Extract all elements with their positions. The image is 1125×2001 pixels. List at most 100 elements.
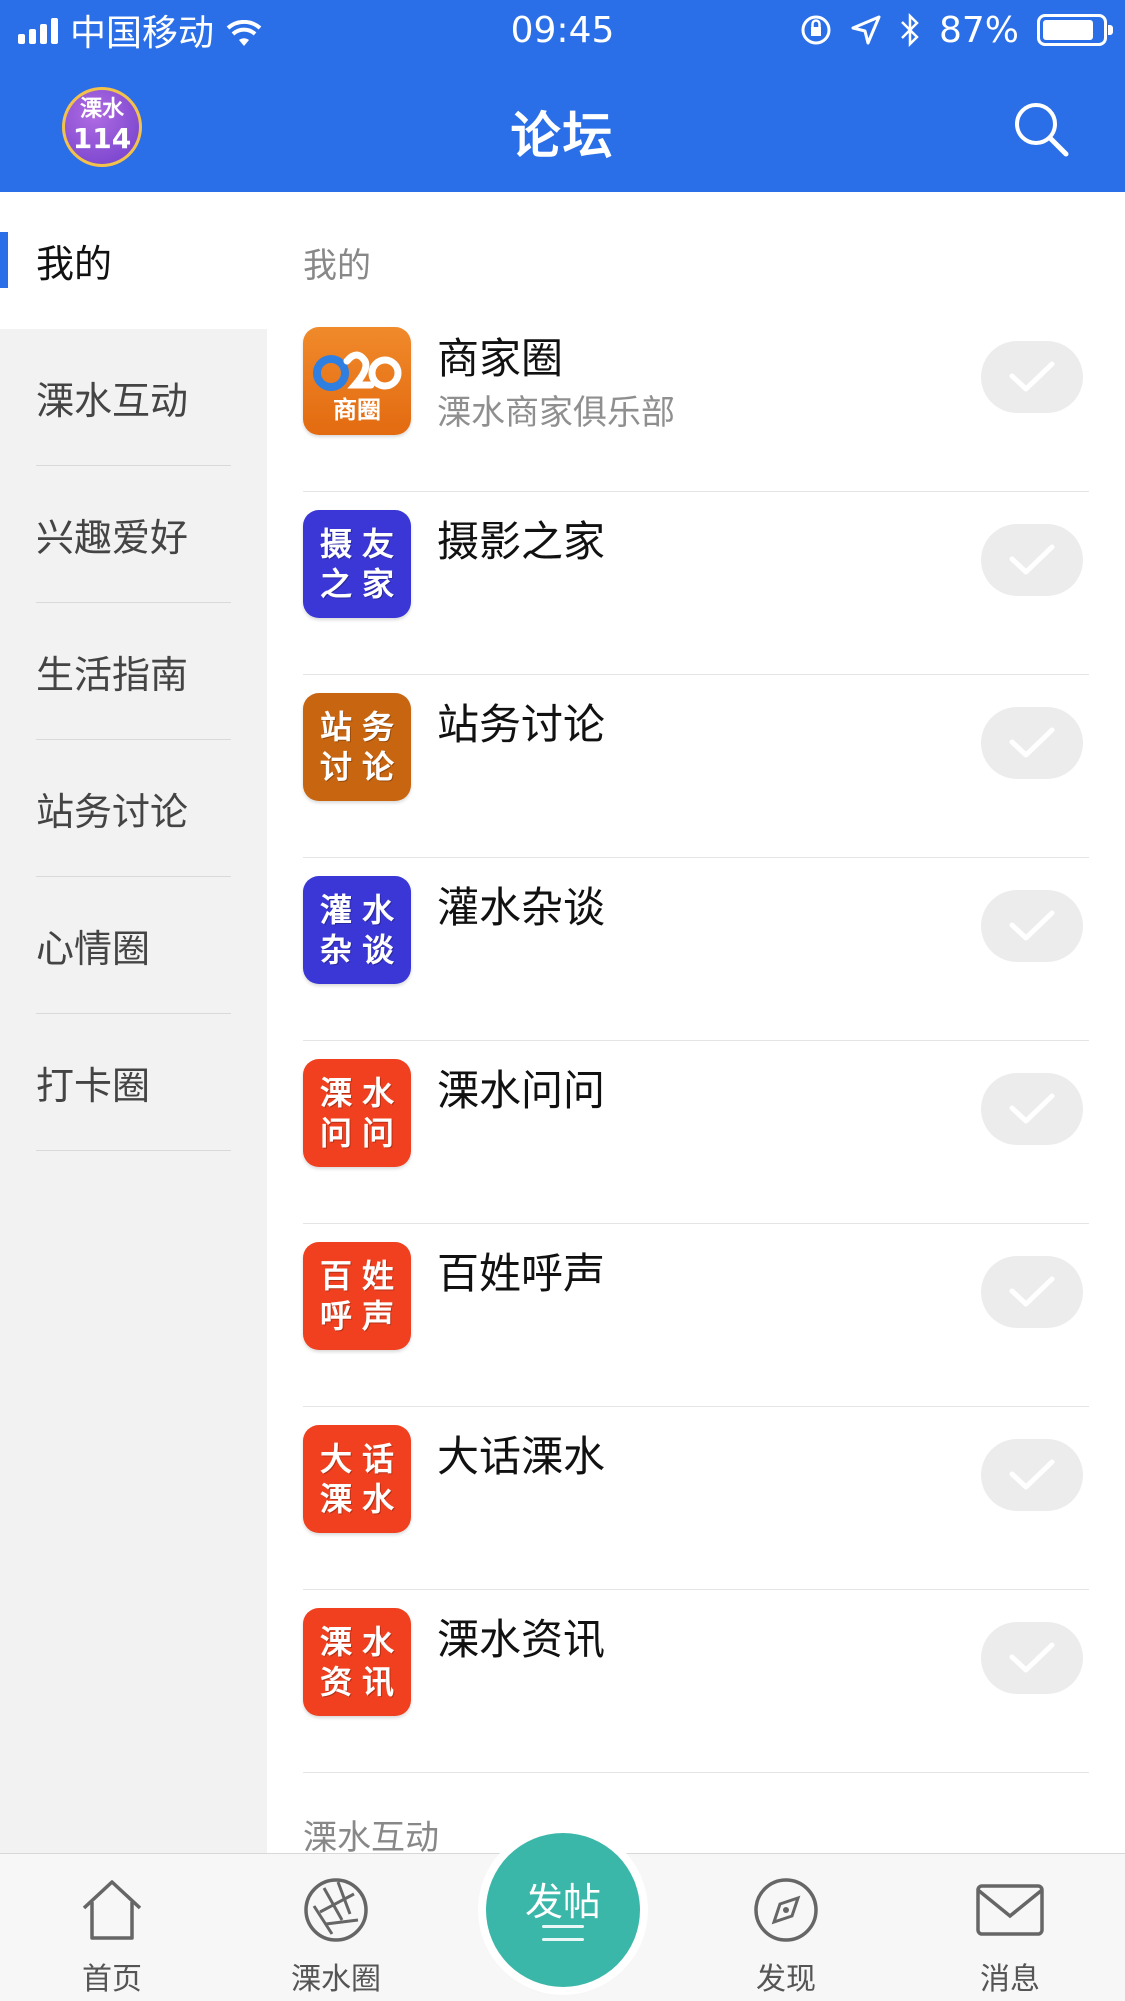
sidebar-item-label: 生活指南 [36,653,189,697]
status-left: 中国移动 [18,4,262,56]
tab-home[interactable]: 首页 [12,1854,212,2001]
forum-icon-char: 杂 [319,931,352,969]
forum-row-merchant[interactable]: 商圈 商家圈 溧水商家俱乐部 [303,309,1089,492]
active-marker [0,232,8,288]
sidebar-item-hobbies[interactable]: 兴趣爱好 [0,466,267,603]
forum-icon-char: 水 [361,1480,394,1518]
follow-toggle[interactable] [981,707,1083,779]
tab-label: 溧水圈 [291,1962,381,1997]
forum-icon-char: 友 [361,525,394,563]
forum-icon-char: 溧 [319,1480,352,1518]
forum-row-lishui-qa[interactable]: 溧水问问溧水问问 [303,1041,1089,1224]
sidebar-item-checkin[interactable]: 打卡圈 [0,1014,267,1151]
section-title-lishui-interact: 溧水互动 [303,1818,439,1853]
forum-subtitle: 溧水商家俱乐部 [437,393,675,433]
sidebar-item-life-guide[interactable]: 生活指南 [0,603,267,740]
checkmark-icon [1009,910,1055,941]
forum-row-public-voice[interactable]: 百姓呼声百姓呼声 [303,1224,1089,1407]
forum-icon-char: 谈 [361,931,394,969]
forum-icon-char: 务 [361,708,394,746]
follow-toggle[interactable] [981,341,1083,413]
forum-name: 溧水问问 [437,1066,606,1115]
follow-toggle[interactable] [981,890,1083,962]
forum-icon-char: 讨 [319,748,352,786]
forum-icon: 溧水资讯 [303,1608,411,1716]
checkmark-icon [1009,727,1055,758]
location-icon [851,15,881,45]
forum-icon: 站务讨论 [303,693,411,801]
forum-row-chat[interactable]: 灌水杂谈灌水杂谈 [303,858,1089,1041]
forum-name: 摄影之家 [437,517,606,566]
forum-icon: 摄友之家 [303,510,411,618]
checkmark-icon [1009,1459,1055,1490]
sidebar-item-mine[interactable]: 我的 [0,192,267,329]
forum-icon-char: 大 [319,1440,352,1478]
tab-label: 消息 [980,1962,1040,1997]
forum-icon: 溧水问问 [303,1059,411,1167]
nav-bar: 溧水 114 论坛 [0,60,1125,192]
sidebar-item-label: 心情圈 [36,927,151,971]
tab-lishui-circle[interactable]: 溧水圈 [236,1854,436,2001]
tab-messages[interactable]: 消息 [910,1854,1110,2001]
forum-icon-char: 站 [319,708,352,746]
forum-icon-char: 讯 [361,1663,394,1701]
battery-icon [1037,14,1113,46]
follow-toggle[interactable] [981,1439,1083,1511]
sidebar-item-label: 打卡圈 [36,1064,151,1108]
forum-icon-char: 问 [361,1114,394,1152]
forum-icon-char: 溧 [319,1074,352,1112]
forum-icon-char: 水 [361,1623,394,1661]
follow-toggle[interactable] [981,524,1083,596]
forum-icon-char: 呼 [319,1297,352,1335]
sidebar-item-label: 我的 [36,242,113,286]
divider [36,1150,231,1151]
follow-toggle[interactable] [981,1073,1083,1145]
aperture-icon [304,1878,368,1942]
section-title-mine: 我的 [303,246,371,286]
forum-row-photography[interactable]: 摄友之家摄影之家 [303,492,1089,675]
forum-icon: 百姓呼声 [303,1242,411,1350]
search-icon[interactable] [1012,100,1070,158]
sidebar-item-mood[interactable]: 心情圈 [0,877,267,1014]
status-right: 87% [799,9,1113,51]
forum-row-site-affairs[interactable]: 站务讨论站务讨论 [303,675,1089,858]
sidebar-item-label: 溧水互动 [36,379,189,423]
forum-icon-char: 摄 [319,525,352,563]
forum-icon-char: 问 [319,1114,352,1152]
forum-icon: 商圈 [303,327,411,435]
tab-label: 发现 [756,1962,816,1997]
follow-toggle[interactable] [981,1256,1083,1328]
tab-label: 首页 [82,1962,142,1997]
forum-icon-char: 资 [319,1663,352,1701]
forum-icon-char: 话 [361,1440,394,1478]
forum-icon-char: 水 [361,1074,394,1112]
sidebar-item-site-affairs[interactable]: 站务讨论 [0,740,267,877]
forum-row-lishui-talk[interactable]: 大话溧水大话溧水 [303,1407,1089,1590]
post-button[interactable]: 发帖 [486,1833,640,1987]
forum-list: 我的 商圈 商家圈 溧水商家俱乐部 摄友之家摄影之家站务讨论站务讨论灌水杂谈灌水… [267,192,1125,1853]
forum-name: 灌水杂谈 [437,883,606,932]
sidebar-item-label: 兴趣爱好 [36,516,189,560]
forum-name: 站务讨论 [437,700,606,749]
forum-icon: 灌水杂谈 [303,876,411,984]
forum-icon-char: 之 [319,565,352,603]
page-title: 论坛 [510,107,615,165]
forum-icon-char: 水 [361,891,394,929]
battery-percent: 87% [938,9,1019,51]
forum-name: 商家圈 [437,334,564,383]
follow-toggle[interactable] [981,1622,1083,1694]
forum-row-lishui-news[interactable]: 溧水资讯溧水资讯 [303,1590,1089,1773]
checkmark-icon [1009,1642,1055,1673]
signal-icon [18,16,58,44]
post-button-label: 发帖 [524,1880,601,1924]
forum-icon-char: 灌 [319,891,352,929]
tab-discover[interactable]: 发现 [686,1854,886,2001]
sidebar-item-lishui-interact[interactable]: 溧水互动 [0,329,267,466]
forum-icon: 大话溧水 [303,1425,411,1533]
rotation-lock-icon [801,15,831,45]
forum-icon-char: 百 [319,1257,352,1295]
forum-icon-caption: 商圈 [333,396,381,424]
carrier-label: 中国移动 [70,13,215,54]
menu-lines-icon [542,1925,584,1945]
forum-icon-char: 论 [361,748,394,786]
